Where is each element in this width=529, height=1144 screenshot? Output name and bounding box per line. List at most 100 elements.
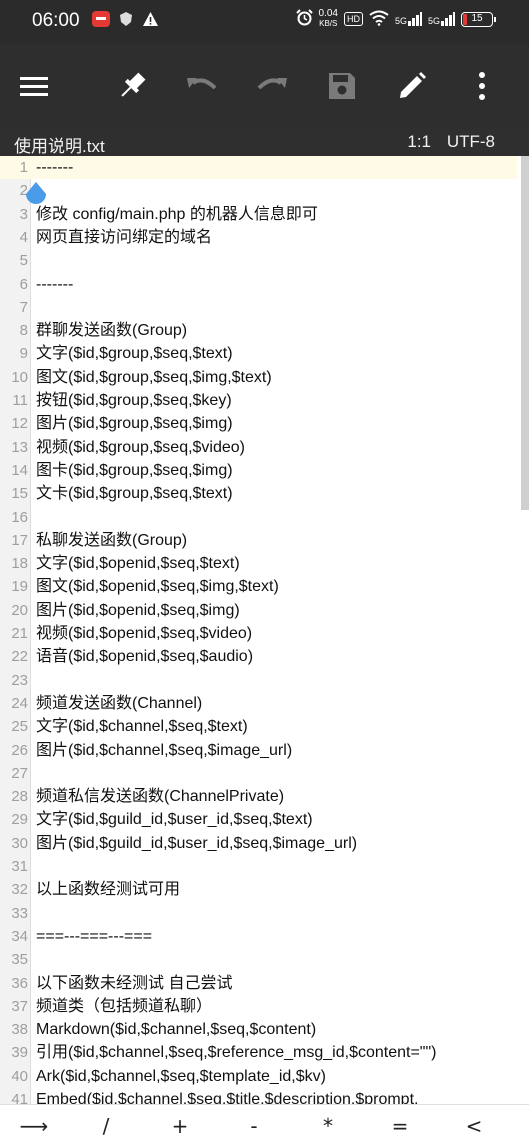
app-toolbar (0, 44, 529, 126)
status-time: 06:00 (32, 10, 80, 31)
editor-line[interactable]: 7 (0, 296, 517, 319)
symbol-key[interactable]: - (234, 1111, 274, 1141)
line-number: 29 (11, 811, 28, 829)
editor-line[interactable]: 26 图片($id,$channel,$seq,$image_url) (0, 739, 517, 762)
editor-line[interactable]: 4 网页直接访问绑定的域名 (0, 226, 517, 249)
line-number: 19 (11, 578, 28, 596)
hd-badge: HD (343, 12, 363, 26)
line-number: 11 (12, 392, 28, 409)
line-number: 5 (19, 252, 28, 270)
editor-line[interactable]: 21 视频($id,$openid,$seq,$video) (0, 622, 517, 645)
text-editor[interactable]: 1 ------- 2 3 修改 config/main.php 的机器人信息即可 4 网页… (0, 156, 529, 1104)
menu-button[interactable] (12, 64, 56, 108)
line-text: 私聊发送函数(Group) (36, 531, 188, 549)
symbol-key[interactable]: * (308, 1111, 348, 1141)
symbol-key[interactable]: ⟶ (14, 1111, 54, 1141)
editor-line[interactable]: 12 图片($id,$group,$seq,$img) (0, 412, 517, 435)
line-text: 图片($id,$openid,$seq,$img) (36, 601, 240, 619)
signal-1-label: 5G (394, 16, 407, 26)
line-text: 图文($id,$group,$seq,$img,$text) (36, 368, 272, 386)
network-speed-unit: KB/S (319, 19, 338, 28)
line-number: 16 (11, 508, 28, 526)
editor-line[interactable]: 34 ===---===---=== (0, 925, 517, 948)
editor-line[interactable]: 25 文字($id,$channel,$seq,$text) (0, 715, 517, 738)
alarm-icon (295, 9, 313, 29)
editor-line[interactable]: 27 (0, 762, 517, 785)
line-number: 32 (11, 881, 28, 899)
editor-line[interactable]: 10 图文($id,$group,$seq,$img,$text) (0, 366, 517, 389)
battery-fill (463, 13, 467, 25)
editor-line[interactable]: 11 按钮($id,$group,$seq,$key) (0, 389, 517, 412)
redo-button[interactable] (250, 64, 294, 108)
editor-line[interactable]: 8 群聊发送函数(Group) (0, 319, 517, 342)
undo-button[interactable] (180, 64, 224, 108)
editor-line[interactable]: 3 修改 config/main.php 的机器人信息即可 (0, 203, 517, 226)
editor-line[interactable]: 19 图文($id,$openid,$seq,$img,$text) (0, 575, 517, 598)
editor-line[interactable]: 9 文字($id,$group,$seq,$text) (0, 342, 517, 365)
editor-line[interactable]: 29 文字($id,$guild_id,$user_id,$seq,$text) (0, 808, 517, 831)
line-text: 引用($id,$channel,$seq,$reference_msg_id,$… (36, 1044, 437, 1062)
editor-line[interactable]: 18 文字($id,$openid,$seq,$text) (0, 552, 517, 575)
editor-line[interactable]: 32 以上函数经测试可用 (0, 878, 517, 901)
cursor-handle-icon[interactable] (22, 180, 50, 210)
scrollbar[interactable] (521, 156, 529, 510)
editor-line[interactable]: 30 图片($id,$guild_id,$user_id,$seq,$image_… (0, 832, 517, 855)
editor-line[interactable]: 36 以下函数未经测试 自己尝试 (0, 972, 517, 995)
editor-line[interactable]: 40 Ark($id,$channel,$seq,$template_id,$kv… (0, 1065, 517, 1088)
line-number: 17 (11, 531, 28, 549)
editor-line[interactable]: 28 频道私信发送函数(ChannelPrivate) (0, 785, 517, 808)
editor-line[interactable]: 15 文卡($id,$group,$seq,$text) (0, 482, 517, 505)
editor-line[interactable]: 20 图片($id,$openid,$seq,$img) (0, 599, 517, 622)
editor-line[interactable]: 33 (0, 902, 517, 925)
editor-line[interactable]: 17 私聊发送函数(Group) (0, 529, 517, 552)
more-options-button[interactable] (460, 64, 504, 108)
line-text: Embed($id,$channel,$seq,$title,$descript… (36, 1091, 419, 1104)
pin-button[interactable] (110, 64, 154, 108)
signal-strength-1: 5G (395, 12, 422, 26)
editor-line[interactable]: 23 (0, 669, 517, 692)
editor-line[interactable]: 22 语音($id,$openid,$seq,$audio) (0, 645, 517, 668)
editor-line[interactable]: 39 引用($id,$channel,$seq,$reference_msg_id… (0, 1041, 517, 1064)
editor-line[interactable]: 41 Embed($id,$channel,$seq,$title,$descri… (0, 1088, 517, 1104)
editor-line[interactable]: 14 图卡($id,$group,$seq,$img) (0, 459, 517, 482)
file-encoding[interactable]: UTF-8 (447, 132, 495, 152)
editor-line[interactable]: 35 (0, 948, 517, 971)
symbol-key[interactable]: / (86, 1111, 126, 1141)
line-number: 35 (11, 951, 28, 969)
line-number: 33 (11, 904, 28, 922)
line-number: 9 (19, 345, 28, 363)
edit-icon (400, 72, 426, 98)
line-text: 文字($id,$group,$seq,$text) (36, 345, 233, 363)
signal-strength-2: 5G (428, 12, 455, 26)
line-number: 7 (19, 298, 28, 316)
editor-line[interactable]: 5 (0, 249, 517, 272)
edit-button[interactable] (390, 64, 434, 108)
editor-line[interactable]: 38 Markdown($id,$channel,$seq,$content) (0, 1018, 517, 1041)
editor-line[interactable]: 24 频道发送函数(Channel) (0, 692, 517, 715)
battery-level: 15 (471, 12, 483, 24)
line-text: 图文($id,$openid,$seq,$img,$text) (36, 578, 279, 596)
line-text: Ark($id,$channel,$seq,$template_id,$kv) (36, 1067, 326, 1085)
file-info-bar: 使用说明.txt 1:1 UTF-8 (0, 126, 529, 156)
symbol-key[interactable]: = (380, 1111, 420, 1141)
symbol-key[interactable]: + (160, 1111, 200, 1141)
editor-line[interactable]: 37 频道类（包括频道私聊） (0, 995, 517, 1018)
line-text: ------- (36, 275, 74, 293)
editor-line[interactable]: 16 (0, 506, 517, 529)
line-number: 4 (19, 228, 28, 246)
editor-line[interactable]: 2 (0, 179, 517, 202)
pin-icon (121, 72, 146, 97)
editor-line[interactable]: 1 ------- (0, 156, 517, 180)
editor-line[interactable]: 13 视频($id,$group,$seq,$video) (0, 436, 517, 459)
editor-line[interactable]: 6 ------- (0, 273, 517, 296)
save-button[interactable] (320, 64, 364, 108)
editor-line[interactable]: 31 (0, 855, 517, 878)
line-number: 26 (11, 741, 28, 759)
line-text: 文字($id,$openid,$seq,$text) (36, 555, 240, 573)
line-text: 图片($id,$channel,$seq,$image_url) (36, 741, 293, 759)
redo-icon (257, 78, 287, 90)
symbol-key[interactable]: < (454, 1111, 494, 1141)
line-text: 以上函数经测试可用 (36, 881, 181, 899)
line-text: 文字($id,$guild_id,$user_id,$seq,$text) (36, 811, 313, 829)
line-text: 图片($id,$group,$seq,$img) (36, 415, 233, 433)
